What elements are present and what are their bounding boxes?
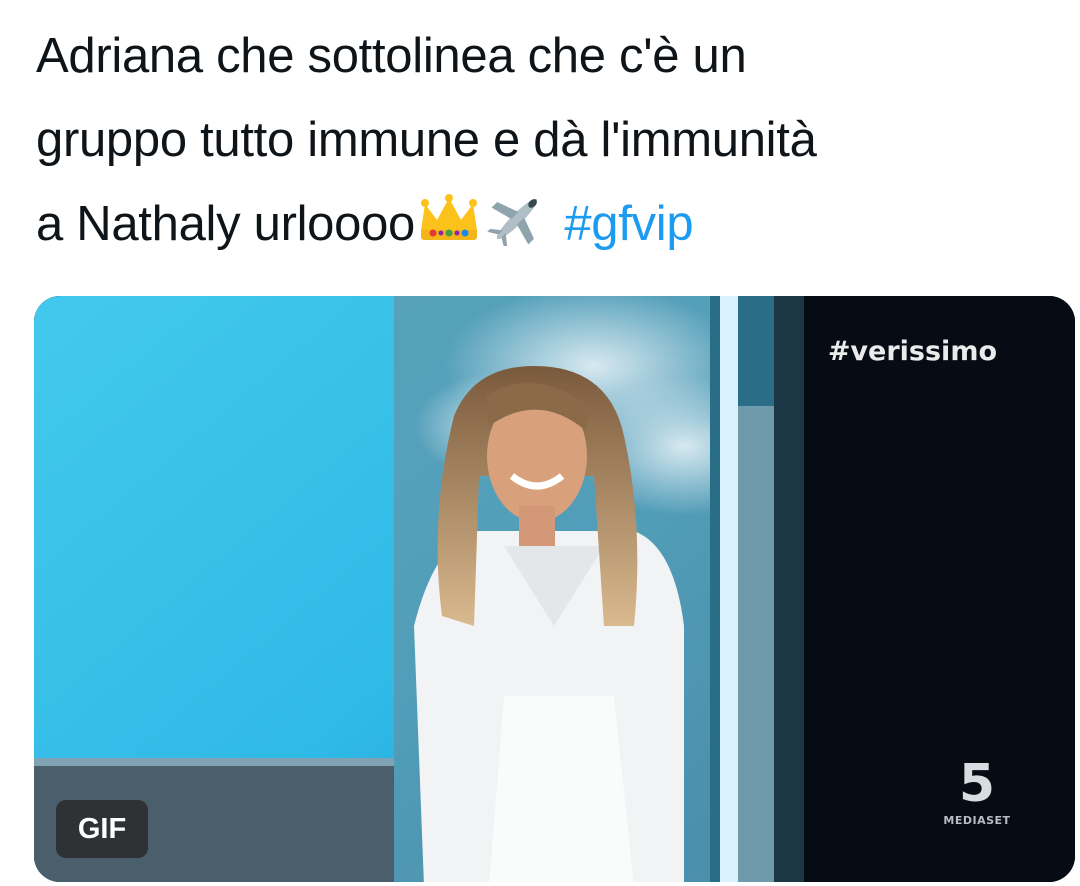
gif-badge: GIF: [56, 800, 148, 858]
tweet: Adriana che sottolinea che c'è un gruppo…: [0, 0, 1080, 886]
tweet-text-line: gruppo tutto immune e dà l'immunità: [36, 113, 817, 167]
verissimo-watermark: #verissimo: [827, 336, 997, 367]
tweet-text: Adriana che sottolinea che c'è un gruppo…: [36, 14, 1056, 272]
tweet-text-line: a Nathaly urloooo: [36, 197, 415, 251]
crown-icon: [415, 188, 483, 272]
gif-media[interactable]: #verissimo GIF 5 MEDIASET: [34, 296, 1075, 882]
hashtag-link[interactable]: #gfvip: [564, 197, 693, 251]
channel-logo: 5 MEDIASET: [937, 754, 1017, 846]
tweet-text-line: Adriana che sottolinea che c'è un: [36, 29, 747, 83]
gif-frame-image: [34, 296, 1075, 882]
channel-logo-brand: MEDIASET: [943, 814, 1011, 827]
tweet-text-line-3: a Nathaly urloooo #gfvip: [36, 182, 1056, 272]
airplane-icon: [483, 188, 551, 272]
channel-logo-number: 5: [958, 754, 996, 814]
